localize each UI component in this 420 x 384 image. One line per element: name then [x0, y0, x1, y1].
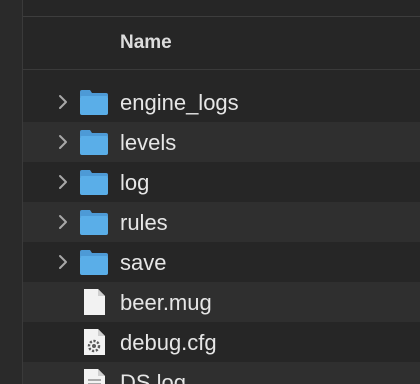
list-item[interactable]: DS.log: [23, 362, 420, 384]
file-name: engine_logs: [120, 90, 239, 115]
file-name: beer.mug: [120, 290, 212, 315]
document-icon: [78, 288, 110, 316]
file-name: DS.log: [120, 370, 187, 384]
file-name: debug.cfg: [120, 330, 217, 355]
folder-icon: [78, 168, 110, 196]
disclosure-chevron-icon[interactable]: [57, 134, 69, 150]
folder-icon: [78, 128, 110, 156]
disclosure-chevron-icon[interactable]: [57, 174, 69, 190]
list-item[interactable]: save: [23, 242, 420, 282]
folder-icon: [78, 248, 110, 276]
list-header: Name: [23, 17, 420, 70]
sidebar-pane: [0, 0, 23, 384]
toolbar-strip: [23, 0, 420, 17]
file-name: levels: [120, 130, 177, 155]
disclosure-chevron-icon[interactable]: [57, 94, 69, 110]
file-name: rules: [120, 210, 168, 235]
disclosure-chevron-icon[interactable]: [57, 254, 69, 270]
config-file-icon: [78, 328, 110, 356]
list-item[interactable]: beer.mug: [23, 282, 420, 322]
list-item[interactable]: rules: [23, 202, 420, 242]
list-item[interactable]: log: [23, 162, 420, 202]
file-name: save: [120, 250, 167, 275]
log-file-icon: [78, 368, 110, 384]
column-header-name[interactable]: Name: [120, 32, 172, 54]
list-item[interactable]: engine_logs: [23, 82, 420, 122]
list-item[interactable]: levels: [23, 122, 420, 162]
list-item[interactable]: debug.cfg: [23, 322, 420, 362]
folder-icon: [78, 208, 110, 236]
file-list: engine_logs levels log rules save beer.m…: [23, 82, 420, 384]
folder-icon: [78, 88, 110, 116]
disclosure-chevron-icon[interactable]: [57, 214, 69, 230]
file-name: log: [120, 170, 150, 195]
finder-window: Name engine_logs levels log rules save b…: [0, 0, 420, 384]
